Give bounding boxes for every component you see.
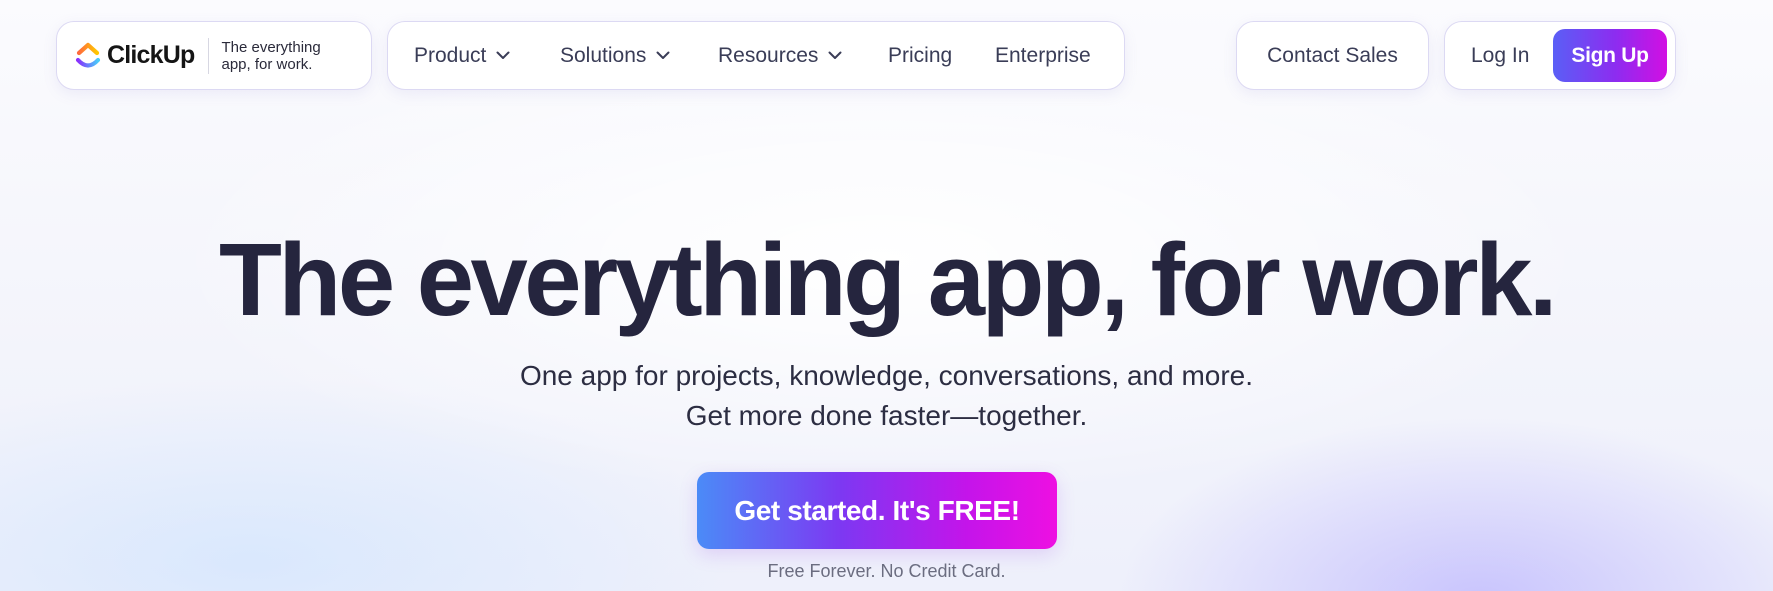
nav-item-pricing[interactable]: Pricing <box>888 44 995 68</box>
brand-tagline: The everything app, for work. <box>221 38 321 73</box>
brand-divider <box>208 37 210 74</box>
login-link[interactable]: Log In <box>1471 44 1529 68</box>
brand-pill[interactable]: ClickUp The everything app, for work. <box>56 21 372 90</box>
nav-item-resources[interactable]: Resources <box>718 44 888 68</box>
main-nav: Product Solutions Resources Pricing Ente… <box>387 21 1125 90</box>
auth-pill: Log In Sign Up <box>1444 21 1676 90</box>
nav-item-product[interactable]: Product <box>414 44 560 68</box>
chevron-down-icon <box>656 51 670 59</box>
brand-name: ClickUp <box>107 41 195 69</box>
get-started-button[interactable]: Get started. It's FREE! <box>697 472 1057 549</box>
hero-subtitle-line-2: Get more done faster—together. <box>685 400 1088 431</box>
chevron-down-icon <box>828 51 842 59</box>
nav-item-enterprise[interactable]: Enterprise <box>995 44 1105 68</box>
hero-title: The everything app, for work. <box>218 222 1558 337</box>
nav-item-label: Resources <box>718 43 819 67</box>
chevron-down-icon <box>496 51 510 59</box>
contact-sales-label: Contact Sales <box>1267 43 1398 67</box>
hero-subtitle-line-1: One app for projects, knowledge, convers… <box>519 360 1254 391</box>
nav-item-label: Enterprise <box>995 43 1091 67</box>
signup-button[interactable]: Sign Up <box>1553 29 1667 82</box>
clickup-logo-icon <box>75 42 101 68</box>
nav-item-label: Product <box>414 43 487 67</box>
hero-subtitle: One app for projects, knowledge, convers… <box>0 356 1773 436</box>
contact-sales-button[interactable]: Contact Sales <box>1236 21 1429 90</box>
cta-note: Free Forever. No Credit Card. <box>767 561 1006 581</box>
nav-item-label: Pricing <box>888 43 953 67</box>
nav-item-solutions[interactable]: Solutions <box>560 44 718 68</box>
nav-item-label: Solutions <box>560 43 647 67</box>
